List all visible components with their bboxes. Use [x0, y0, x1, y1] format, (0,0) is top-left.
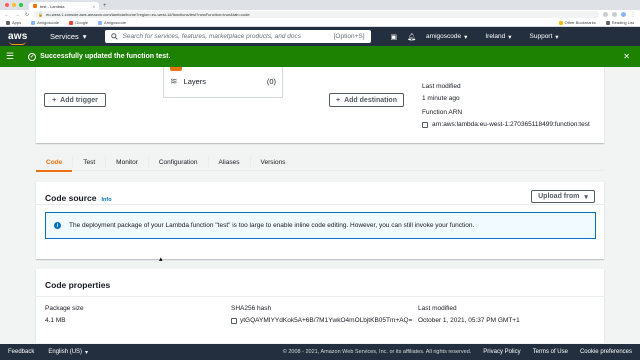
- aws-console-header: aws Services ▾ Search for services, feat…: [0, 27, 640, 46]
- info-link[interactable]: Info: [102, 197, 112, 203]
- console-search-input[interactable]: Search for services, features, marketpla…: [104, 30, 371, 43]
- close-window-button[interactable]: [5, 3, 9, 7]
- aws-favicon-icon: [33, 4, 37, 8]
- layers-stack-icon: ≋: [170, 76, 178, 86]
- browser-tab-title: test - Lambda: [40, 3, 65, 9]
- function-arn-meta: Function ARN arn:aws:lambda:eu-west-1:27…: [422, 109, 590, 128]
- profile-avatar[interactable]: [621, 12, 626, 17]
- browser-tab[interactable]: test - Lambda ×: [29, 2, 99, 10]
- services-menu[interactable]: Services ▾: [50, 32, 87, 41]
- bookmarks-bar: Apps Amigoscode Google Amigoscode Other …: [0, 19, 640, 27]
- folder-icon: [558, 20, 563, 25]
- account-menu[interactable]: amigoscode ▾: [426, 33, 467, 41]
- reading-list[interactable]: Reading List: [605, 20, 634, 25]
- feedback-link[interactable]: Feedback: [8, 349, 34, 355]
- tab-monitor[interactable]: Monitor: [106, 156, 149, 168]
- reload-icon[interactable]: ↻: [24, 12, 30, 18]
- code-properties-title: Code properties: [45, 280, 111, 290]
- minimize-window-button[interactable]: [12, 3, 16, 7]
- main-content: test ≋ Layers (0) +Add trigger +Add dest…: [0, 67, 640, 343]
- flash-message: Successfully updated the function test.: [40, 53, 171, 60]
- dismiss-flash-button[interactable]: ✕: [623, 52, 630, 61]
- new-tab-button[interactable]: +: [99, 3, 111, 10]
- cookie-preferences-link[interactable]: Cookie preferences: [580, 349, 632, 355]
- bookmark-amigoscode[interactable]: Amigoscode: [31, 20, 59, 25]
- bookmark-icon: [31, 20, 36, 25]
- function-tabs: Code Test Monitor Configuration Aliases …: [36, 153, 604, 172]
- plus-icon: +: [336, 96, 341, 104]
- maximize-window-button[interactable]: [19, 3, 23, 7]
- window-controls: [0, 3, 29, 10]
- layers-row[interactable]: ≋ Layers (0): [164, 76, 282, 87]
- divider: [36, 296, 604, 297]
- privacy-policy-link[interactable]: Privacy Policy: [483, 349, 520, 355]
- close-tab-icon[interactable]: ×: [93, 4, 95, 9]
- function-diagram: test ≋ Layers (0): [163, 67, 283, 98]
- caret-down-icon: ▾: [508, 33, 512, 41]
- code-last-modified: Last modified October 1, 2021, 05:37 PM …: [418, 305, 520, 324]
- tab-configuration[interactable]: Configuration: [149, 156, 209, 168]
- bookmark-other[interactable]: Other Bookmarks: [558, 20, 596, 25]
- browser-menu-icon[interactable]: ⋮: [630, 12, 636, 18]
- info-alert: i The deployment package of your Lambda …: [45, 212, 596, 239]
- aws-smile-icon: [9, 41, 26, 45]
- copyright-text: © 2008 - 2021, Amazon Web Services, Inc.…: [282, 349, 472, 355]
- forward-arrow-icon[interactable]: →: [14, 12, 20, 18]
- success-check-icon: ✓: [28, 52, 37, 61]
- search-icon: [110, 33, 118, 40]
- caret-down-icon: ▾: [464, 33, 468, 41]
- extension-icon[interactable]: [612, 12, 617, 17]
- tab-test[interactable]: Test: [73, 156, 107, 168]
- notifications-icon[interactable]: 🔔︎: [407, 33, 416, 41]
- plus-icon: +: [52, 96, 57, 104]
- lock-icon: 🔒: [38, 12, 43, 17]
- url-text: eu-west-1.console.aws.amazon.com/lambda/…: [45, 12, 250, 17]
- support-menu[interactable]: Support ▾: [530, 33, 559, 41]
- terms-of-use-link[interactable]: Terms of Use: [533, 349, 568, 355]
- last-modified-meta: Last modified 1 minute ago: [422, 83, 461, 102]
- tab-code[interactable]: Code: [36, 156, 74, 172]
- region-menu[interactable]: Ireland ▾: [485, 33, 511, 41]
- package-size: Package size 4.1 MB: [45, 305, 84, 324]
- bookmark-amigoscode-2[interactable]: Amigoscode: [98, 20, 126, 25]
- caret-down-icon: ▾: [584, 193, 588, 201]
- cloudshell-icon[interactable]: ▣: [391, 33, 398, 41]
- divider: [36, 204, 604, 205]
- language-selector[interactable]: English (US) ▾: [48, 349, 88, 356]
- back-arrow-icon[interactable]: ←: [4, 12, 10, 18]
- success-flashbar: ☰ ✓ Successfully updated the function te…: [0, 46, 640, 67]
- aws-logo[interactable]: aws: [8, 31, 32, 45]
- caret-down-icon: ▾: [82, 32, 87, 41]
- copy-icon[interactable]: [422, 121, 428, 128]
- code-source-panel: Code source Info Upload from ▾ i The dep…: [36, 182, 604, 259]
- bookmark-apps[interactable]: Apps: [6, 20, 21, 25]
- caret-down-icon: ▾: [85, 349, 89, 356]
- apps-grid-icon: [6, 20, 10, 25]
- tab-versions[interactable]: Versions: [251, 156, 296, 168]
- caret-down-icon: ▾: [555, 33, 559, 41]
- hamburger-menu-icon[interactable]: ☰: [6, 51, 14, 62]
- add-trigger-button[interactable]: + Add trigger: [44, 93, 106, 107]
- code-source-title: Code source: [45, 193, 97, 203]
- extension-icon[interactable]: [603, 12, 608, 17]
- address-toolbar: ← → ↻ 🔒 eu-west-1.console.aws.amazon.com…: [0, 10, 640, 19]
- upload-from-button[interactable]: Upload from ▾: [531, 190, 595, 203]
- bookmark-google[interactable]: Google: [69, 20, 88, 25]
- reading-list-icon: [605, 20, 610, 25]
- info-circle-icon: i: [54, 222, 61, 229]
- add-destination-button[interactable]: + Add destination: [329, 93, 404, 107]
- bookmark-icon: [98, 20, 103, 25]
- sha256-hash: SHA256 hash ytGQAYMIYYdKok5A+6B/7M1YwkO4…: [231, 305, 413, 324]
- tab-aliases[interactable]: Aliases: [209, 156, 251, 168]
- copy-icon[interactable]: [231, 317, 237, 324]
- code-properties-panel: Code properties Package size 4.1 MB SHA2…: [36, 269, 604, 343]
- mouse-pointer-icon: ▴: [159, 256, 163, 263]
- bookmark-icon: [69, 20, 74, 25]
- browser-tab-strip: test - Lambda × +: [0, 0, 640, 10]
- function-overview-panel: test ≋ Layers (0) +Add trigger +Add dest…: [36, 67, 604, 143]
- address-bar[interactable]: 🔒 eu-west-1.console.aws.amazon.com/lambd…: [34, 11, 599, 18]
- lambda-icon: [170, 67, 182, 71]
- console-footer: Feedback English (US) ▾ © 2008 - 2021, A…: [0, 344, 640, 360]
